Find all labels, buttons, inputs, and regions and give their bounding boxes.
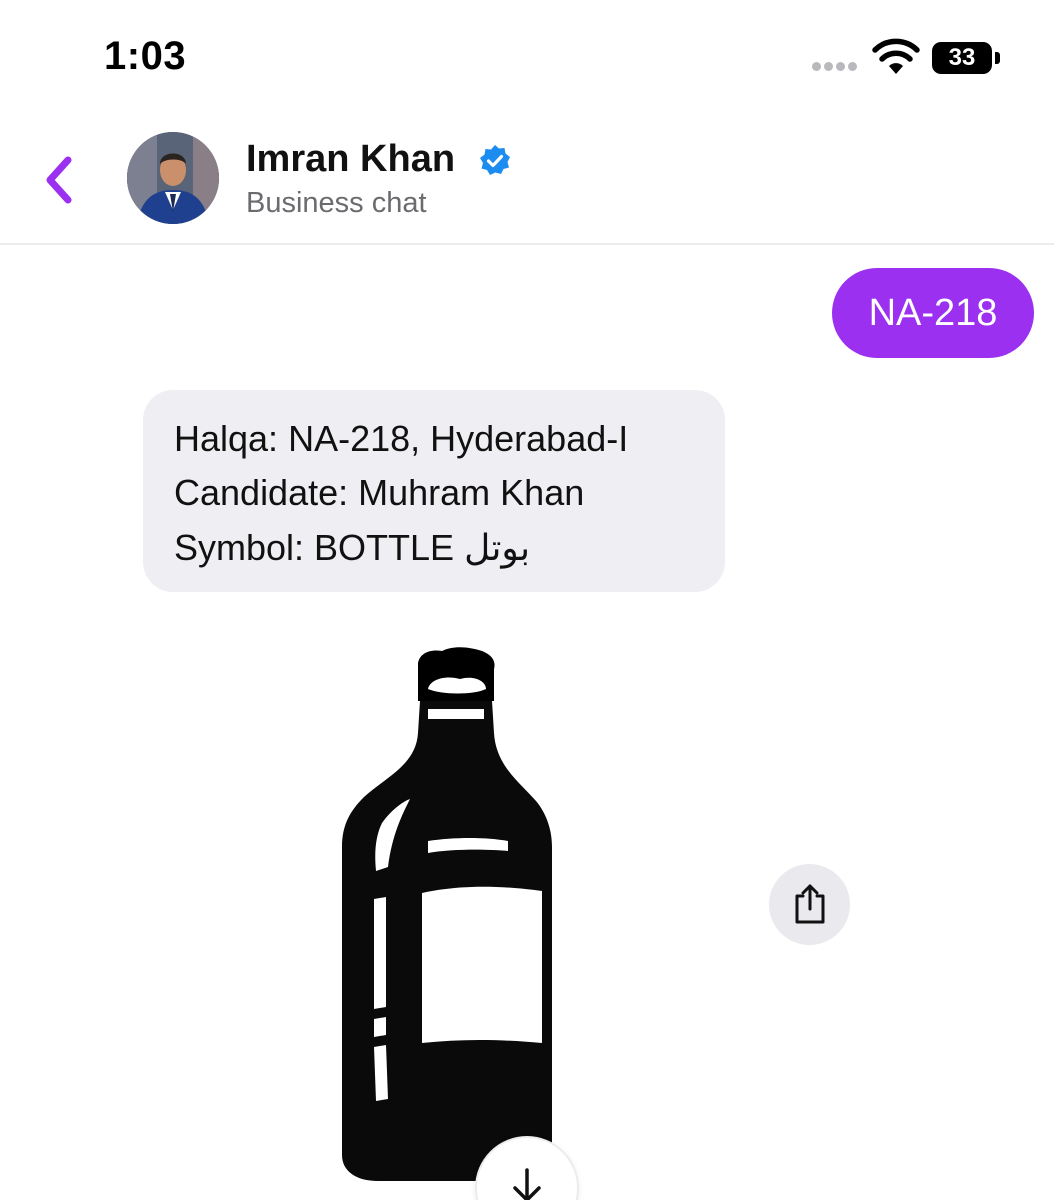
chat-name: Imran Khan (246, 138, 456, 180)
outgoing-message-bubble[interactable]: NA-218 (832, 268, 1034, 358)
wifi-icon (872, 38, 920, 74)
battery-indicator: 33 (932, 42, 992, 74)
avatar[interactable] (127, 132, 219, 224)
share-button[interactable] (769, 864, 850, 945)
download-arrow-icon (513, 1168, 541, 1200)
verified-badge-icon (480, 145, 510, 175)
halqa-line: Halqa: NA-218, Hyderabad-I (174, 418, 629, 459)
share-icon (795, 884, 825, 924)
header-divider (0, 243, 1054, 245)
candidate-line: Candidate: Muhram Khan (174, 472, 585, 513)
status-time: 1:03 (104, 34, 187, 78)
avatar-photo (127, 132, 219, 224)
back-chevron-icon[interactable] (38, 152, 82, 208)
bottle-symbol-image[interactable] (270, 615, 650, 1200)
symbol-line: Symbol: BOTTLE بوتل (174, 527, 530, 568)
chat-subtitle: Business chat (246, 187, 427, 219)
chat-screen: 1:03 33 Imran Khan Business chat NA-218 (0, 0, 1054, 1200)
battery-tip (995, 52, 1000, 64)
signal-dots-icon (812, 62, 857, 71)
